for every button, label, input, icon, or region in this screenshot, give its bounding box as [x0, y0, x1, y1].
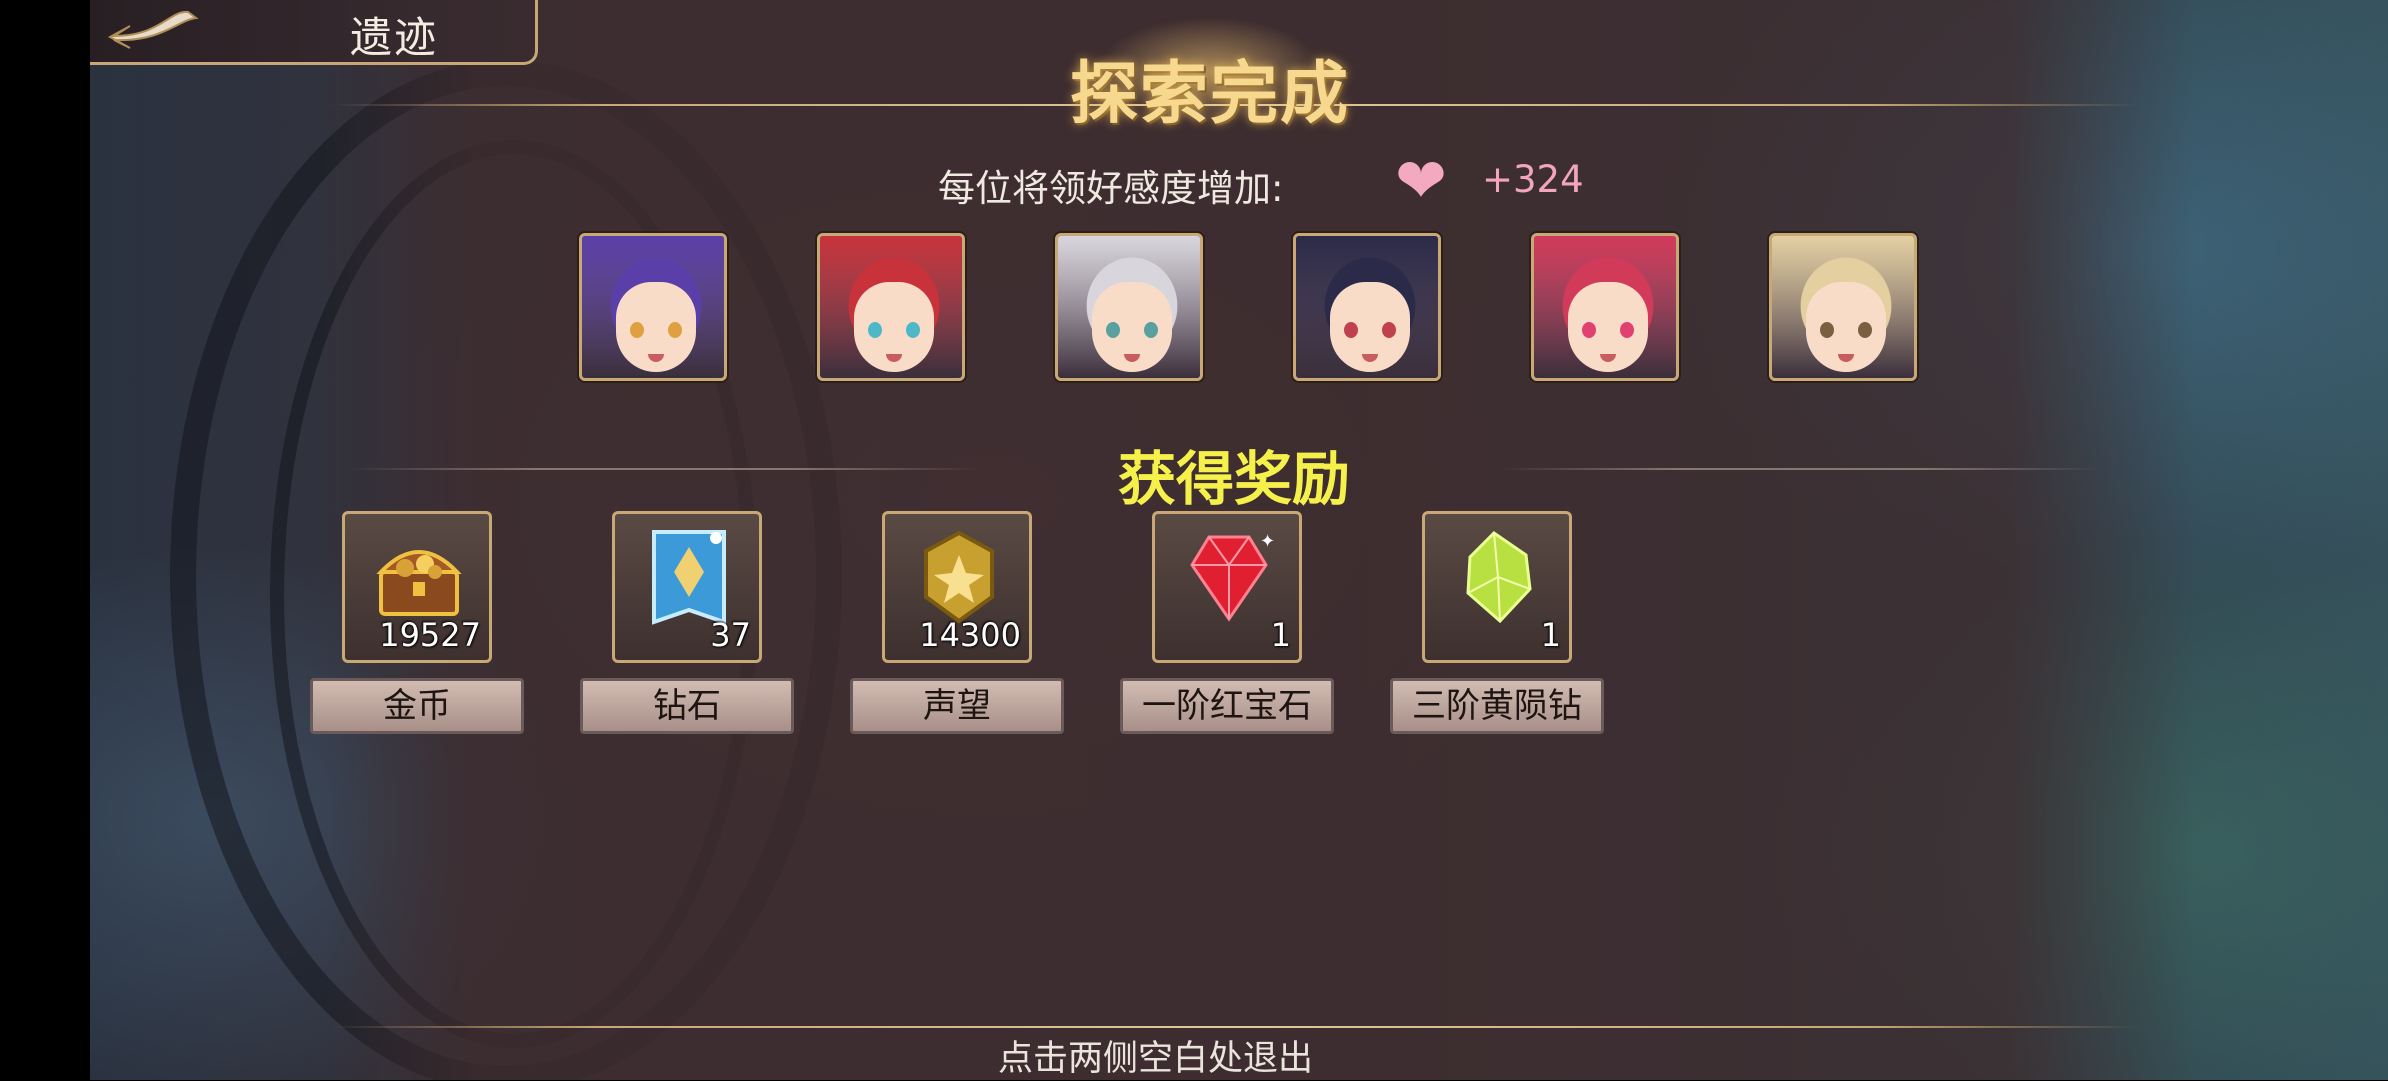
rewards-divider-right [1500, 468, 2100, 470]
reward-label: 金币 [310, 678, 524, 734]
reward-item[interactable]: 37 [612, 511, 762, 663]
hero-eye [1820, 322, 1834, 338]
reward-item[interactable]: 1 [1422, 511, 1572, 663]
reward-count: 1 [1540, 616, 1561, 654]
hero-eye [1382, 322, 1396, 338]
reward-count: 37 [710, 616, 751, 654]
hero-portrait[interactable] [1055, 233, 1203, 381]
reward-item[interactable]: ✦ 1 [1152, 511, 1302, 663]
reward-count: 1 [1270, 616, 1291, 654]
exit-hint: 点击两侧空白处退出 [998, 1039, 1314, 1079]
hero-eye [630, 322, 644, 338]
svg-text:✦: ✦ [1260, 531, 1274, 552]
hero-eye [1106, 322, 1120, 338]
hero-portrait[interactable] [1531, 233, 1679, 381]
yellow-green-crystal-icon [1449, 522, 1549, 632]
hero-portrait[interactable] [1293, 233, 1441, 381]
exploration-complete-title: 探索完成 [1070, 55, 1351, 134]
page-title: 遗迹 [350, 13, 439, 62]
back-arrow-icon [107, 10, 199, 49]
favor-value: +324 [1482, 158, 1584, 201]
reward-item[interactable]: 19527 [342, 511, 492, 663]
reward-label: 声望 [850, 678, 1064, 734]
reward-label: 钻石 [580, 678, 794, 734]
hero-portrait[interactable] [817, 233, 965, 381]
hero-eye [1344, 322, 1358, 338]
hero-eye [906, 322, 920, 338]
rewards-divider-left [350, 468, 980, 470]
bottom-divider [330, 1026, 2140, 1028]
rewards-title: 获得奖励 [1118, 445, 1351, 513]
reward-count: 14300 [919, 616, 1021, 654]
hero-eye [668, 322, 682, 338]
hero-portrait[interactable] [1769, 233, 1917, 381]
hero-eye [1858, 322, 1872, 338]
reward-label: 三阶黄陨钻 [1390, 678, 1604, 734]
hero-eye [1620, 322, 1634, 338]
reward-label: 一阶红宝石 [1120, 678, 1334, 734]
hero-eye [1144, 322, 1158, 338]
reward-count: 19527 [379, 616, 481, 654]
heart-icon: ❤ [1395, 144, 1447, 217]
hero-eye [868, 322, 882, 338]
hero-eye [1582, 322, 1596, 338]
favor-label: 每位将领好感度增加: [938, 167, 1284, 210]
back-button[interactable] [100, 6, 200, 50]
hero-portrait[interactable] [579, 233, 727, 381]
red-gem-icon: ✦ [1179, 522, 1279, 632]
reward-item[interactable]: 14300 [882, 511, 1032, 663]
